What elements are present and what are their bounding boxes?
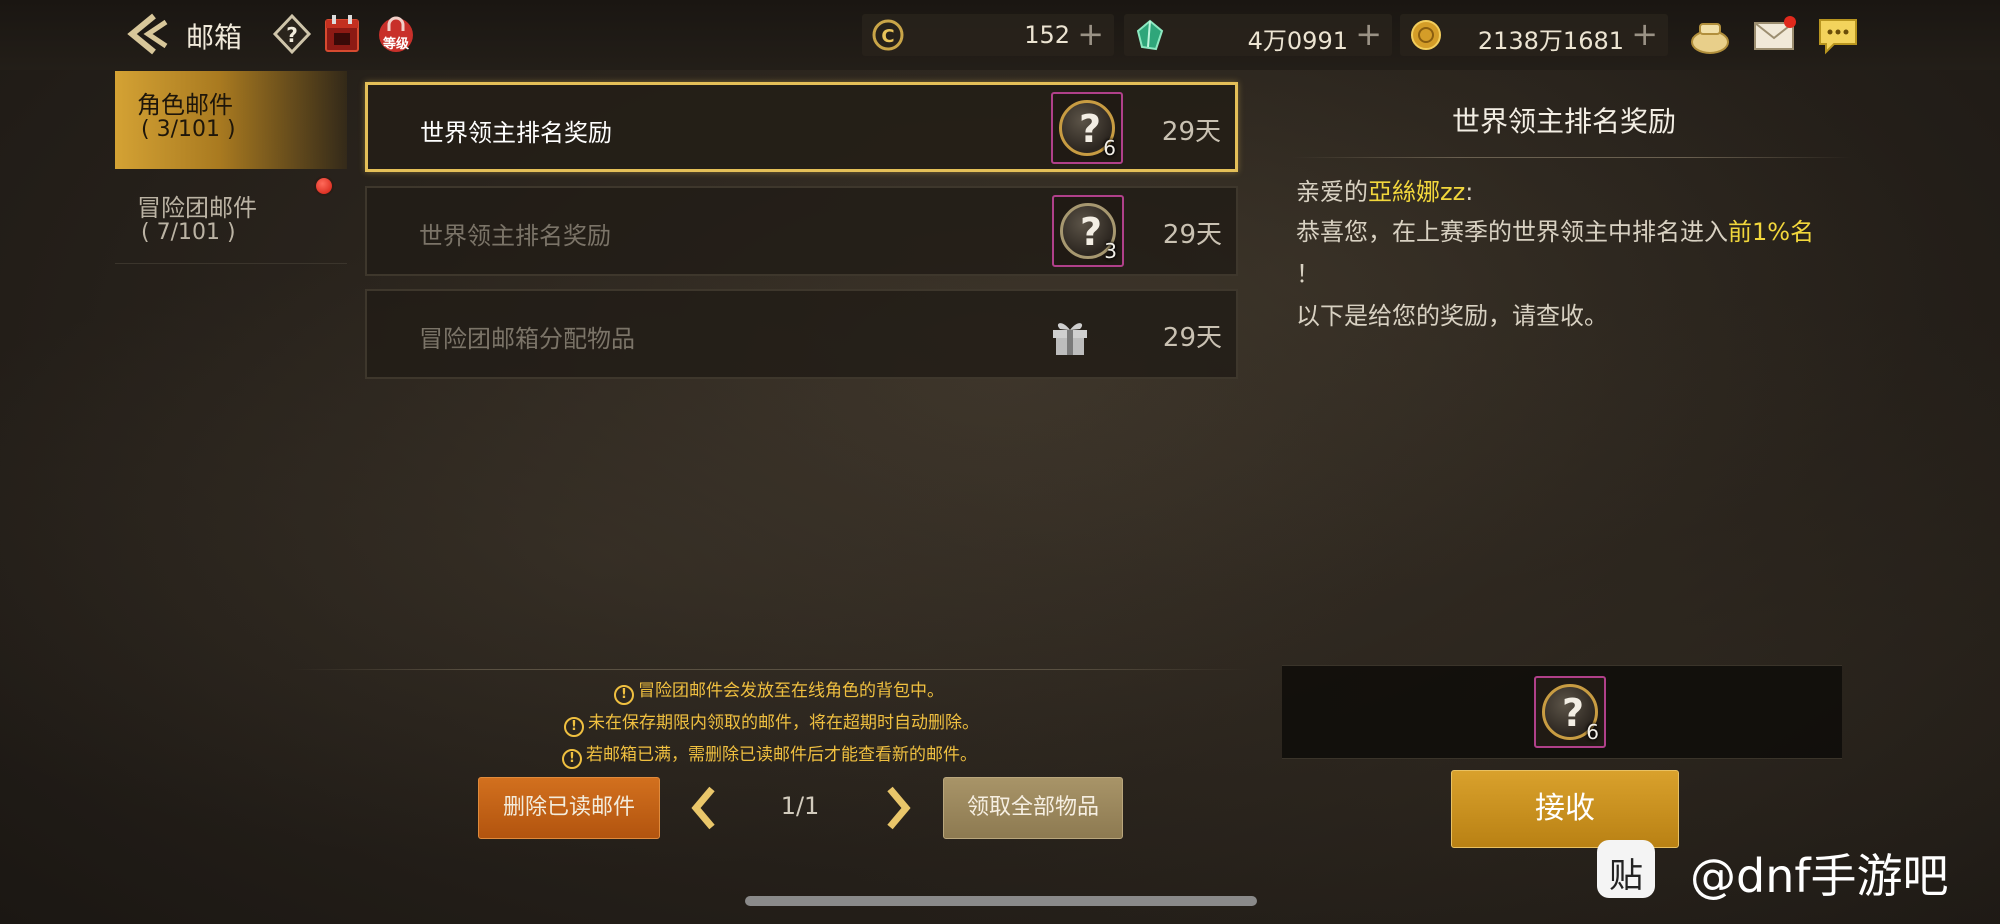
help-icon[interactable]: ? [272, 13, 312, 55]
mail-greeting: 亲爱的亞絲娜zz: [1296, 172, 1473, 207]
calendar-icon[interactable] [322, 13, 362, 55]
add-currency-gold-button[interactable]: + [1631, 15, 1658, 53]
mail-item[interactable]: 世界领主排名奖励 ? 6 29天 [365, 82, 1238, 172]
tab-count: ( 7/101 ) [141, 220, 236, 245]
mail-days-left: 29天 [1162, 220, 1222, 250]
notice-text: 冒险团邮件会发放至在线角色的背包中。 [638, 681, 944, 701]
svg-text:C: C [881, 26, 894, 47]
warning-icon: ! [564, 717, 584, 737]
warning-icon: ! [562, 749, 582, 769]
mail-body-line: ！ [1296, 260, 1320, 288]
rank-highlight: 前1%名 [1728, 218, 1815, 246]
back-arrow-icon[interactable] [124, 12, 172, 56]
pouch-icon[interactable] [1688, 14, 1732, 56]
tab-label: 冒险团邮件 [137, 194, 257, 222]
svg-text:?: ? [286, 23, 298, 47]
mail-days-left: 29天 [1161, 117, 1221, 147]
gold-coin-icon [1411, 20, 1441, 50]
gift-icon [1053, 323, 1087, 355]
greeting-suffix: : [1465, 178, 1474, 206]
divider [1292, 157, 1852, 158]
receive-button[interactable]: 接收 [1451, 770, 1679, 848]
currency-c: C 152 + [862, 14, 1114, 56]
body-text: 恭喜您，在上赛季的世界领主中排名进入 [1296, 218, 1728, 246]
tab-label: 角色邮件 [137, 91, 233, 119]
currency-c-value: 152 [1024, 21, 1070, 49]
currency-gem-value: 4万0991 [1247, 27, 1348, 55]
mail-item[interactable]: 冒险团邮箱分配物品 29天 [365, 289, 1238, 379]
tieba-logo-icon: 贴 [1597, 840, 1655, 898]
add-currency-c-button[interactable]: + [1077, 15, 1104, 53]
item-quantity: 3 [1104, 239, 1117, 263]
mail-body-line: 恭喜您，在上赛季的世界领主中排名进入前1%名 [1296, 212, 1814, 247]
notification-dot [314, 176, 334, 196]
mail-notification[interactable] [1752, 14, 1796, 56]
reward-item-slot[interactable]: ? 3 [1052, 195, 1124, 267]
tab-character-mail[interactable]: 角色邮件 ( 3/101 ) [115, 71, 347, 169]
item-quantity: 6 [1586, 720, 1599, 744]
currency-gold-value: 2138万1681 [1477, 27, 1624, 55]
mail-item[interactable]: 世界领主排名奖励 ? 3 29天 [365, 186, 1238, 276]
top-bar: 邮箱 ? 等级 C 152 + 4万0991 + 2138万1681 + [0, 0, 2000, 70]
watermark-text: @dnf手游吧 [1690, 849, 1949, 903]
currency-gem: 4万0991 + [1124, 14, 1392, 56]
mail-body-line: 以下是给您的奖励，请查收。 [1296, 302, 1608, 330]
watermark-logo-text: 贴 [1609, 856, 1643, 896]
delete-read-mail-button[interactable]: 删除已读邮件 [478, 777, 660, 839]
tab-adventure-mail[interactable]: 冒险团邮件 ( 7/101 ) [115, 174, 347, 264]
page-title: 邮箱 [186, 21, 243, 54]
coin-c-icon: C [872, 19, 904, 51]
item-quantity: 6 [1103, 136, 1116, 160]
greeting-prefix: 亲爱的 [1296, 178, 1368, 206]
mail-days-left: 29天 [1162, 323, 1222, 353]
page-indicator: 1/1 [780, 792, 820, 820]
prev-page-arrow-icon[interactable] [688, 785, 722, 831]
warning-icon: ! [614, 685, 634, 705]
notice-line: ! 若邮箱已满，需删除已读邮件后才能查看新的邮件。 [562, 740, 977, 769]
reward-item-slot[interactable]: ? 6 [1051, 92, 1123, 164]
divider [290, 669, 1250, 670]
next-page-arrow-icon[interactable] [880, 785, 914, 831]
mail-subject: 世界领主排名奖励 [420, 119, 612, 147]
level-lock-icon[interactable]: 等级 [376, 13, 416, 55]
notice-line: ! 冒险团邮件会发放至在线角色的背包中。 [614, 676, 944, 705]
level-badge-label: 等级 [382, 37, 409, 52]
reward-bar: ? 6 [1282, 665, 1842, 759]
currency-gold: 2138万1681 + [1400, 14, 1668, 56]
reward-item-slot[interactable]: ? 6 [1534, 676, 1606, 748]
claim-all-items-button[interactable]: 领取全部物品 [943, 777, 1123, 839]
notice-text: 未在保存期限内领取的邮件，将在超期时自动删除。 [588, 713, 979, 733]
notice-line: ! 未在保存期限内领取的邮件，将在超期时自动删除。 [564, 708, 979, 737]
green-gem-icon [1136, 19, 1164, 51]
mail-notification-dot [1784, 16, 1796, 28]
mail-subject: 冒险团邮箱分配物品 [419, 325, 635, 353]
tab-count: ( 3/101 ) [141, 117, 236, 142]
chat-icon[interactable] [1816, 14, 1860, 56]
add-currency-gem-button[interactable]: + [1355, 15, 1382, 53]
notice-text: 若邮箱已满，需删除已读邮件后才能查看新的邮件。 [586, 745, 977, 765]
mail-detail-title: 世界领主排名奖励 [1451, 105, 1676, 138]
mail-subject: 世界领主排名奖励 [419, 222, 611, 250]
player-name: 亞絲娜zz [1368, 178, 1466, 206]
home-indicator[interactable] [745, 896, 1257, 906]
